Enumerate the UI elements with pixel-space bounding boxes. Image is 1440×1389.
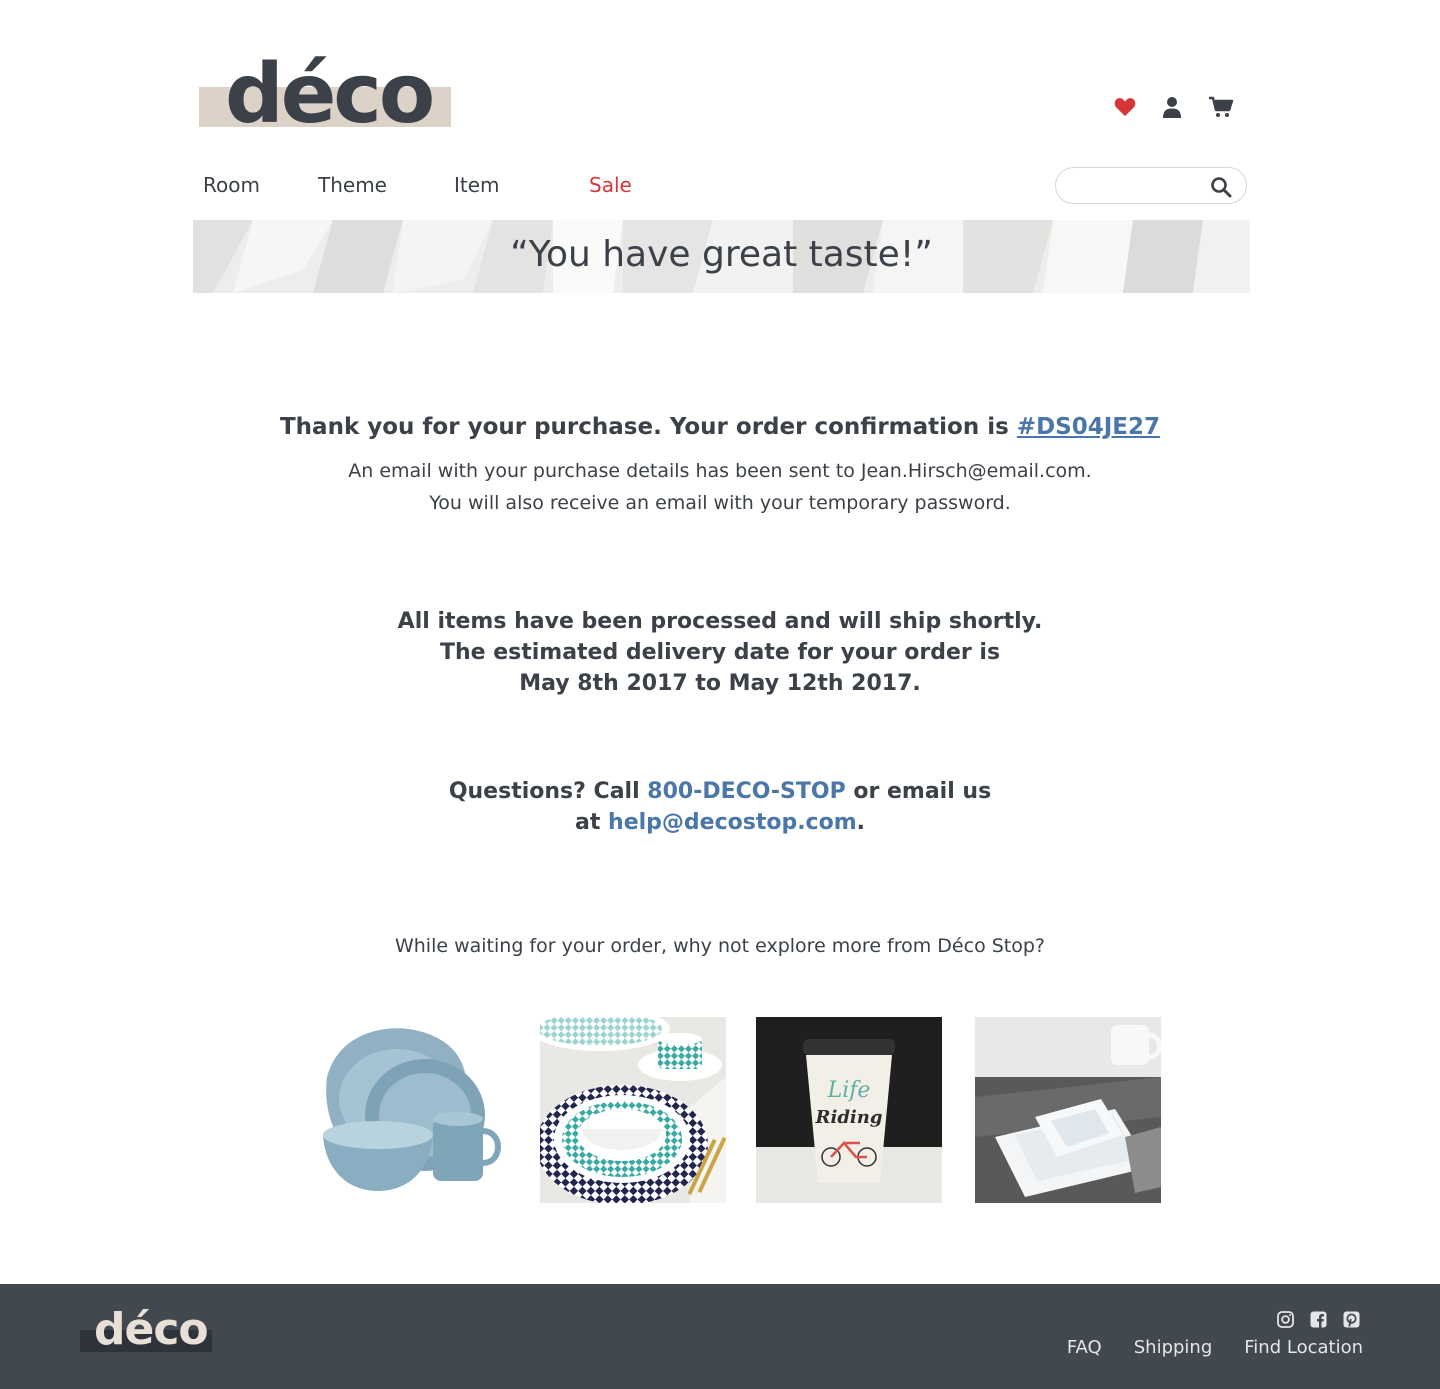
- order-confirmation-heading: Thank you for your purchase. Your order …: [0, 414, 1440, 440]
- search-box: [1055, 167, 1247, 204]
- user-icon[interactable]: [1162, 96, 1182, 118]
- footer-link-faq[interactable]: FAQ: [1067, 1337, 1102, 1358]
- nav-item-theme[interactable]: Theme: [318, 172, 454, 198]
- nav-item-room[interactable]: Room: [203, 172, 318, 198]
- logo[interactable]: déco: [199, 54, 451, 136]
- footer-link-shipping[interactable]: Shipping: [1134, 1337, 1213, 1358]
- footer-links: FAQ Shipping Find Location: [1067, 1337, 1363, 1358]
- social-links: [1277, 1311, 1360, 1328]
- product-geometric-plate-set[interactable]: [540, 1017, 726, 1203]
- hero-banner: “You have great taste!”: [193, 220, 1250, 293]
- nav-item-item[interactable]: Item: [454, 172, 589, 198]
- heart-icon[interactable]: [1114, 97, 1136, 117]
- product-white-square-dishes[interactable]: [975, 1017, 1161, 1203]
- search-icon[interactable]: [1210, 176, 1232, 198]
- svg-text:Riding: Riding: [815, 1107, 883, 1128]
- questions-prefix: Questions? Call: [448, 779, 648, 804]
- product-life-like-riding-bicycle-cup[interactable]: Life Riding: [756, 1017, 942, 1203]
- email-link[interactable]: help@decostop.com: [608, 810, 857, 835]
- thanks-text: Thank you for your purchase. Your order …: [279, 414, 1017, 440]
- product-blue-dinnerware-set[interactable]: [319, 1017, 505, 1203]
- footer-logo[interactable]: déco: [80, 1308, 212, 1356]
- logo-text: déco: [225, 47, 435, 142]
- order-number-link[interactable]: #DS04JE27: [1017, 414, 1160, 440]
- svg-text:Life: Life: [827, 1078, 871, 1103]
- email-note: An email with your purchase details has …: [0, 455, 1440, 519]
- questions-suffix: .: [856, 810, 865, 835]
- phone-link[interactable]: 800-DECO-STOP: [647, 779, 845, 804]
- header-icons: [1114, 96, 1234, 118]
- questions-middle: or email us: [845, 779, 992, 804]
- search-input[interactable]: [1070, 175, 1210, 197]
- shipping-line3: May 8th 2017 to May 12th 2017.: [519, 671, 921, 696]
- footer-logo-text: déco: [94, 1304, 209, 1355]
- banner-quote: “You have great taste!”: [510, 234, 933, 275]
- shipping-line2: The estimated delivery date for your ord…: [439, 640, 1001, 665]
- questions-at: at: [575, 810, 609, 835]
- nav-item-sale[interactable]: Sale: [589, 172, 632, 198]
- product-grid: Life Riding: [0, 1017, 1440, 1203]
- contact-info: Questions? Call 800-DECO-STOP or email u…: [0, 776, 1440, 838]
- cart-icon[interactable]: [1208, 96, 1234, 118]
- email-note-line2: You will also receive an email with your…: [429, 492, 1011, 514]
- email-note-line1: An email with your purchase details has …: [348, 460, 1092, 482]
- shipping-line1: All items have been processed and will s…: [397, 609, 1043, 634]
- instagram-icon[interactable]: [1277, 1311, 1294, 1328]
- main-nav: Room Theme Item Sale: [203, 172, 632, 198]
- pinterest-icon[interactable]: [1343, 1311, 1360, 1328]
- shipping-info: All items have been processed and will s…: [0, 606, 1440, 699]
- footer-link-find-location[interactable]: Find Location: [1244, 1337, 1363, 1358]
- facebook-icon[interactable]: [1310, 1311, 1327, 1328]
- explore-text: While waiting for your order, why not ex…: [394, 935, 1046, 957]
